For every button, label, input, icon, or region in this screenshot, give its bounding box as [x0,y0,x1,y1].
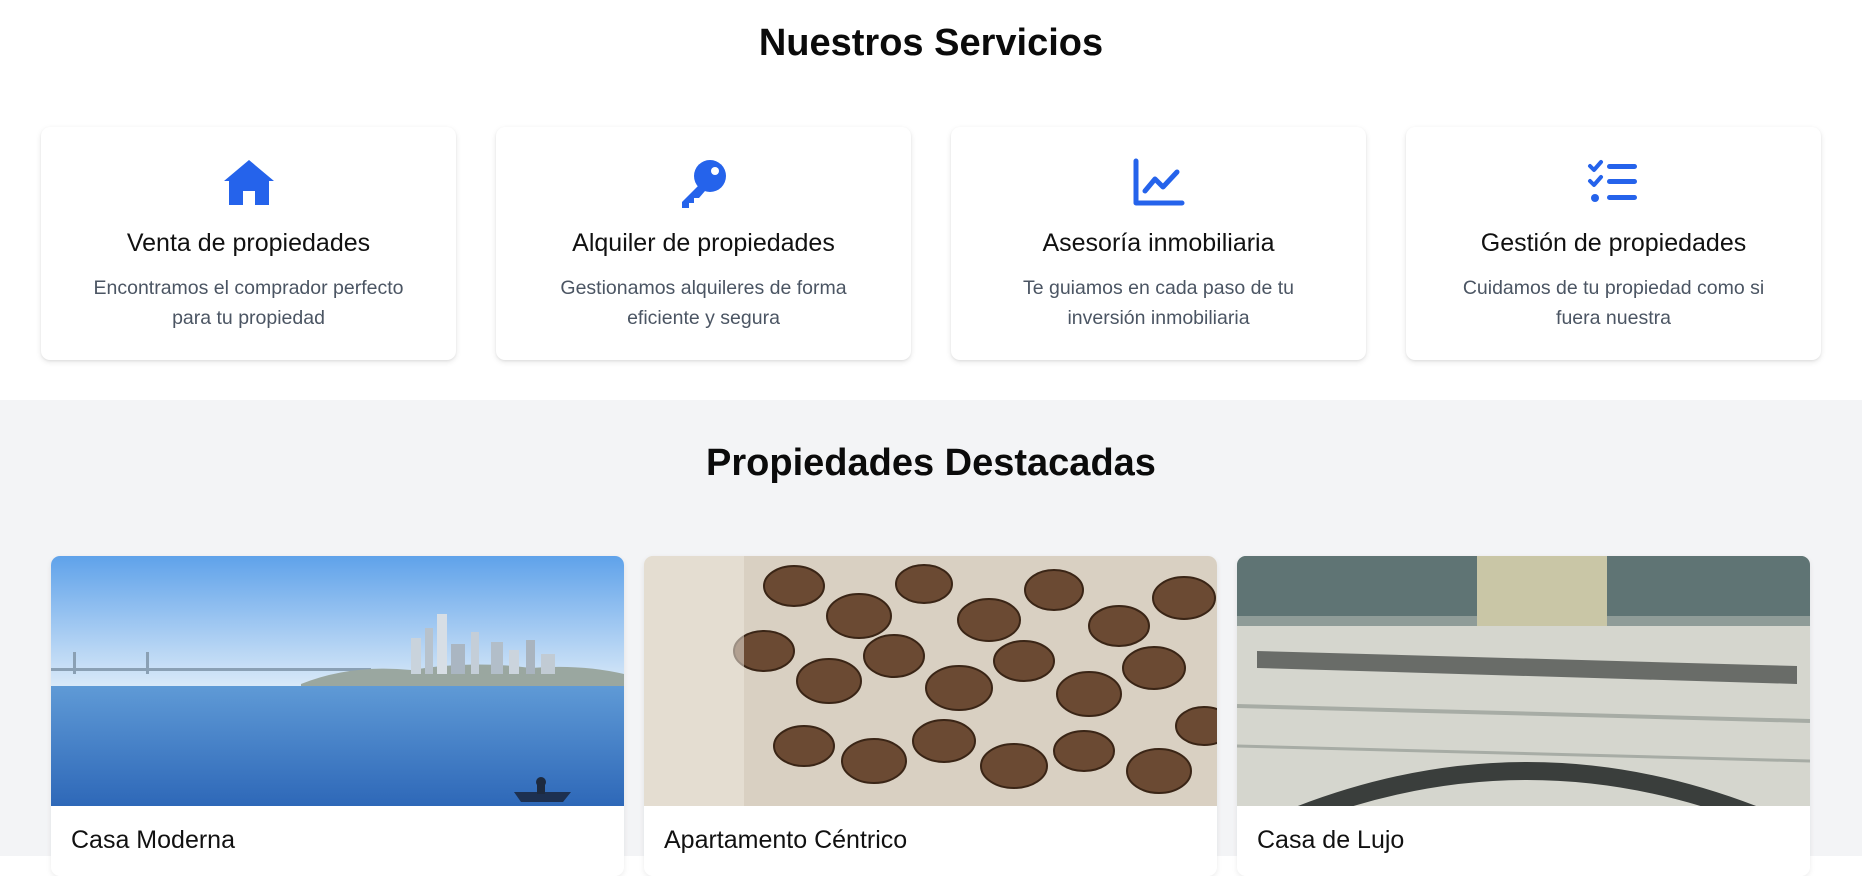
property-card-casa-moderna[interactable]: Casa Moderna [51,556,624,876]
service-card-gestion[interactable]: Gestión de propiedades Cuidamos de tu pr… [1406,127,1821,360]
service-description: Gestionamos alquileres de forma eficient… [560,277,847,329]
services-section: Nuestros Servicios Venta de propiedades … [0,0,1862,400]
service-card-venta[interactable]: Venta de propiedades Encontramos el comp… [41,127,456,360]
service-card-asesoria[interactable]: Asesoría inmobiliaria Te guiamos en cada… [951,127,1366,360]
service-title: Venta de propiedades [126,229,371,257]
property-card-apartamento-centrico[interactable]: Apartamento Céntrico [644,556,1217,876]
service-title: Asesoría inmobiliaria [1042,229,1275,257]
service-description: Encontramos el comprador perfecto para t… [93,277,404,329]
property-image[interactable] [644,556,1217,806]
service-description: Cuidamos de tu propiedad como si fuera n… [1462,277,1765,329]
service-title: Gestión de propiedades [1480,229,1747,257]
service-description: Te guiamos en cada paso de tu inversión … [1022,277,1295,329]
checklist-icon [1406,157,1821,209]
services-title: Nuestros Servicios [758,22,1104,64]
chart-line-icon [951,157,1366,209]
featured-section: Propiedades Destacadas Casa Moderna Apar… [0,400,1862,876]
property-card-casa-de-lujo[interactable]: Casa de Lujo [1237,556,1810,876]
featured-title: Propiedades Destacadas [706,442,1156,484]
property-image[interactable] [51,556,624,806]
property-title[interactable]: Apartamento Céntrico [664,826,907,855]
service-card-alquiler[interactable]: Alquiler de propiedades Gestionamos alqu… [496,127,911,360]
service-title: Alquiler de propiedades [572,229,835,257]
key-icon [496,157,911,209]
property-image[interactable] [1237,556,1810,806]
property-title[interactable]: Casa Moderna [71,826,235,855]
house-icon [41,157,456,209]
property-title[interactable]: Casa de Lujo [1257,826,1404,855]
